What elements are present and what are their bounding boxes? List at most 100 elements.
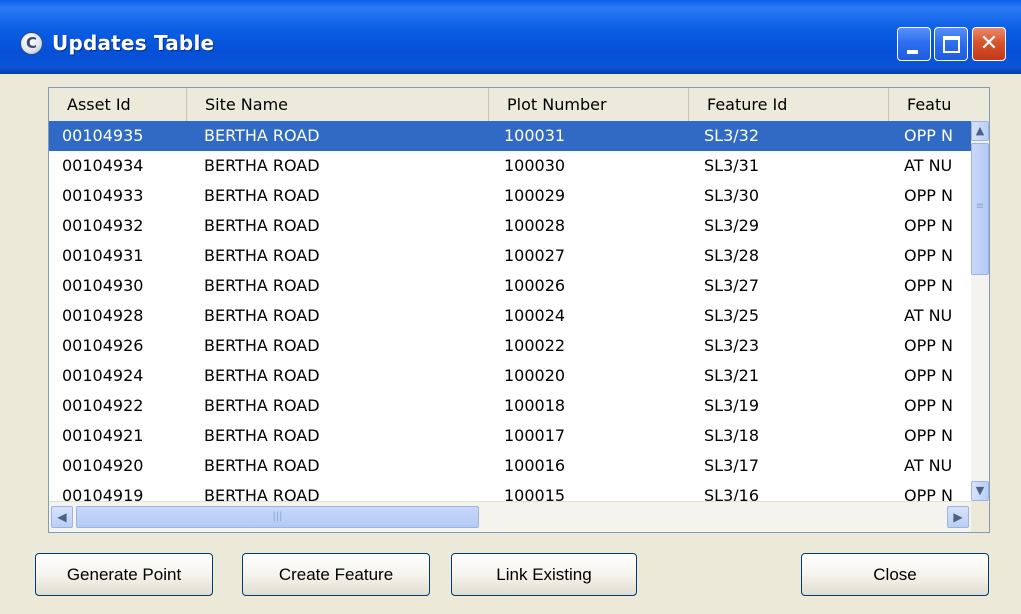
minimize-button[interactable] [897,27,931,61]
cell-feature-id: SL3/27 [704,276,759,295]
scroll-right-icon[interactable]: ▶ [947,506,969,528]
table-row[interactable]: 00104924 BERTHA ROAD 100020 SL3/21 OPP N [49,361,971,391]
cell-plot-number: 100015 [504,486,566,501]
cell-site-name: BERTHA ROAD [204,426,320,445]
close-icon: ✕ [979,31,999,56]
cell-site-name: BERTHA ROAD [204,456,320,475]
cell-feature-location: OPP N [904,216,953,235]
cell-site-name: BERTHA ROAD [204,306,320,325]
cell-plot-number: 100028 [504,216,566,235]
cell-feature-location: OPP N [904,246,953,265]
cell-feature-id: SL3/19 [704,396,759,415]
cell-feature-id: SL3/28 [704,246,759,265]
maximize-icon [943,36,960,53]
table-row[interactable]: 00104919 BERTHA ROAD 100015 SL3/16 OPP N [49,481,971,501]
cell-plot-number: 100027 [504,246,566,265]
scroll-left-icon[interactable]: ◀ [51,506,73,528]
cell-feature-id: SL3/31 [704,156,759,175]
vertical-scrollbar[interactable]: ▲ ≡ ▼ [971,121,989,501]
cell-site-name: BERTHA ROAD [204,366,320,385]
table-row[interactable]: 00104928 BERTHA ROAD 100024 SL3/25 AT NU [49,301,971,331]
table-row[interactable]: 00104920 BERTHA ROAD 100016 SL3/17 AT NU [49,451,971,481]
cell-asset-id: 00104924 [62,366,144,385]
cell-plot-number: 100017 [504,426,566,445]
cell-feature-location: OPP N [904,276,953,295]
cell-site-name: BERTHA ROAD [204,186,320,205]
table-row[interactable]: 00104934 BERTHA ROAD 100030 SL3/31 AT NU [49,151,971,181]
cell-feature-location: OPP N [904,366,953,385]
cell-asset-id: 00104928 [62,306,144,325]
close-window-button[interactable]: ✕ [972,27,1006,61]
cell-site-name: BERTHA ROAD [204,486,320,501]
scroll-down-icon[interactable]: ▼ [971,481,989,501]
cell-feature-location: OPP N [904,426,953,445]
cell-feature-id: SL3/17 [704,456,759,475]
cell-asset-id: 00104934 [62,156,144,175]
cell-asset-id: 00104935 [62,126,144,145]
cell-asset-id: 00104922 [62,396,144,415]
scroll-up-icon[interactable]: ▲ [971,121,989,141]
cell-plot-number: 100024 [504,306,566,325]
cell-feature-location: AT NU [904,156,953,175]
table-row[interactable]: 00104931 BERTHA ROAD 100027 SL3/28 OPP N [49,241,971,271]
cell-asset-id: 00104920 [62,456,144,475]
cell-site-name: BERTHA ROAD [204,156,320,175]
table-header: Asset Id Site Name Plot Number Feature I… [49,88,989,122]
cell-feature-id: SL3/23 [704,336,759,355]
horizontal-scroll-thumb[interactable]: ||| [76,506,479,528]
cell-feature-id: SL3/25 [704,306,759,325]
cell-plot-number: 100026 [504,276,566,295]
cell-asset-id: 00104932 [62,216,144,235]
cell-feature-location: OPP N [904,396,953,415]
minimize-icon [907,50,918,54]
table-row[interactable]: 00104922 BERTHA ROAD 100018 SL3/19 OPP N [49,391,971,421]
table-row[interactable]: 00104935 BERTHA ROAD 100031 SL3/32 OPP N [49,121,971,151]
cell-plot-number: 100022 [504,336,566,355]
cell-feature-id: SL3/16 [704,486,759,501]
cell-plot-number: 100016 [504,456,566,475]
table-row[interactable]: 00104926 BERTHA ROAD 100022 SL3/23 OPP N [49,331,971,361]
cell-site-name: BERTHA ROAD [204,336,320,355]
cell-site-name: BERTHA ROAD [204,126,320,145]
column-header-feature-id[interactable]: Feature Id [689,88,889,121]
cell-plot-number: 100030 [504,156,566,175]
cell-feature-id: SL3/32 [704,126,759,145]
title-bar[interactable]: C Updates Table ✕ [0,0,1021,74]
maximize-button[interactable] [934,27,968,61]
table-row[interactable]: 00104933 BERTHA ROAD 100029 SL3/30 OPP N [49,181,971,211]
cell-feature-id: SL3/29 [704,216,759,235]
cell-feature-id: SL3/21 [704,366,759,385]
scrollbar-corner [971,501,989,532]
window-title: Updates Table [52,31,215,55]
updates-table[interactable]: Asset Id Site Name Plot Number Feature I… [48,87,990,533]
column-header-site-name[interactable]: Site Name [187,88,489,121]
table-row[interactable]: 00104930 BERTHA ROAD 100026 SL3/27 OPP N [49,271,971,301]
link-existing-button[interactable]: Link Existing [451,553,637,596]
cell-asset-id: 00104931 [62,246,144,265]
cell-feature-location: OPP N [904,186,953,205]
cell-asset-id: 00104926 [62,336,144,355]
column-header-plot-number[interactable]: Plot Number [489,88,689,121]
column-header-feature-location[interactable]: Featu [889,88,971,121]
cell-asset-id: 00104919 [62,486,144,501]
generate-point-button[interactable]: Generate Point [35,553,213,596]
cell-feature-id: SL3/18 [704,426,759,445]
column-header-asset-id[interactable]: Asset Id [49,88,187,121]
close-button[interactable]: Close [801,553,989,596]
horizontal-scrollbar[interactable]: ◀ ||| ▶ [49,501,971,532]
cell-site-name: BERTHA ROAD [204,276,320,295]
table-row[interactable]: 00104932 BERTHA ROAD 100028 SL3/29 OPP N [49,211,971,241]
cell-asset-id: 00104933 [62,186,144,205]
cell-feature-id: SL3/30 [704,186,759,205]
cell-plot-number: 100029 [504,186,566,205]
cell-feature-location: OPP N [904,336,953,355]
cell-plot-number: 100020 [504,366,566,385]
table-row[interactable]: 00104921 BERTHA ROAD 100017 SL3/18 OPP N [49,421,971,451]
create-feature-button[interactable]: Create Feature [242,553,430,596]
vertical-scroll-thumb[interactable]: ≡ [971,143,989,275]
cell-feature-location: AT NU [904,456,953,475]
cell-plot-number: 100031 [504,126,566,145]
cell-feature-location: OPP N [904,486,953,501]
cell-site-name: BERTHA ROAD [204,396,320,415]
cell-site-name: BERTHA ROAD [204,246,320,265]
